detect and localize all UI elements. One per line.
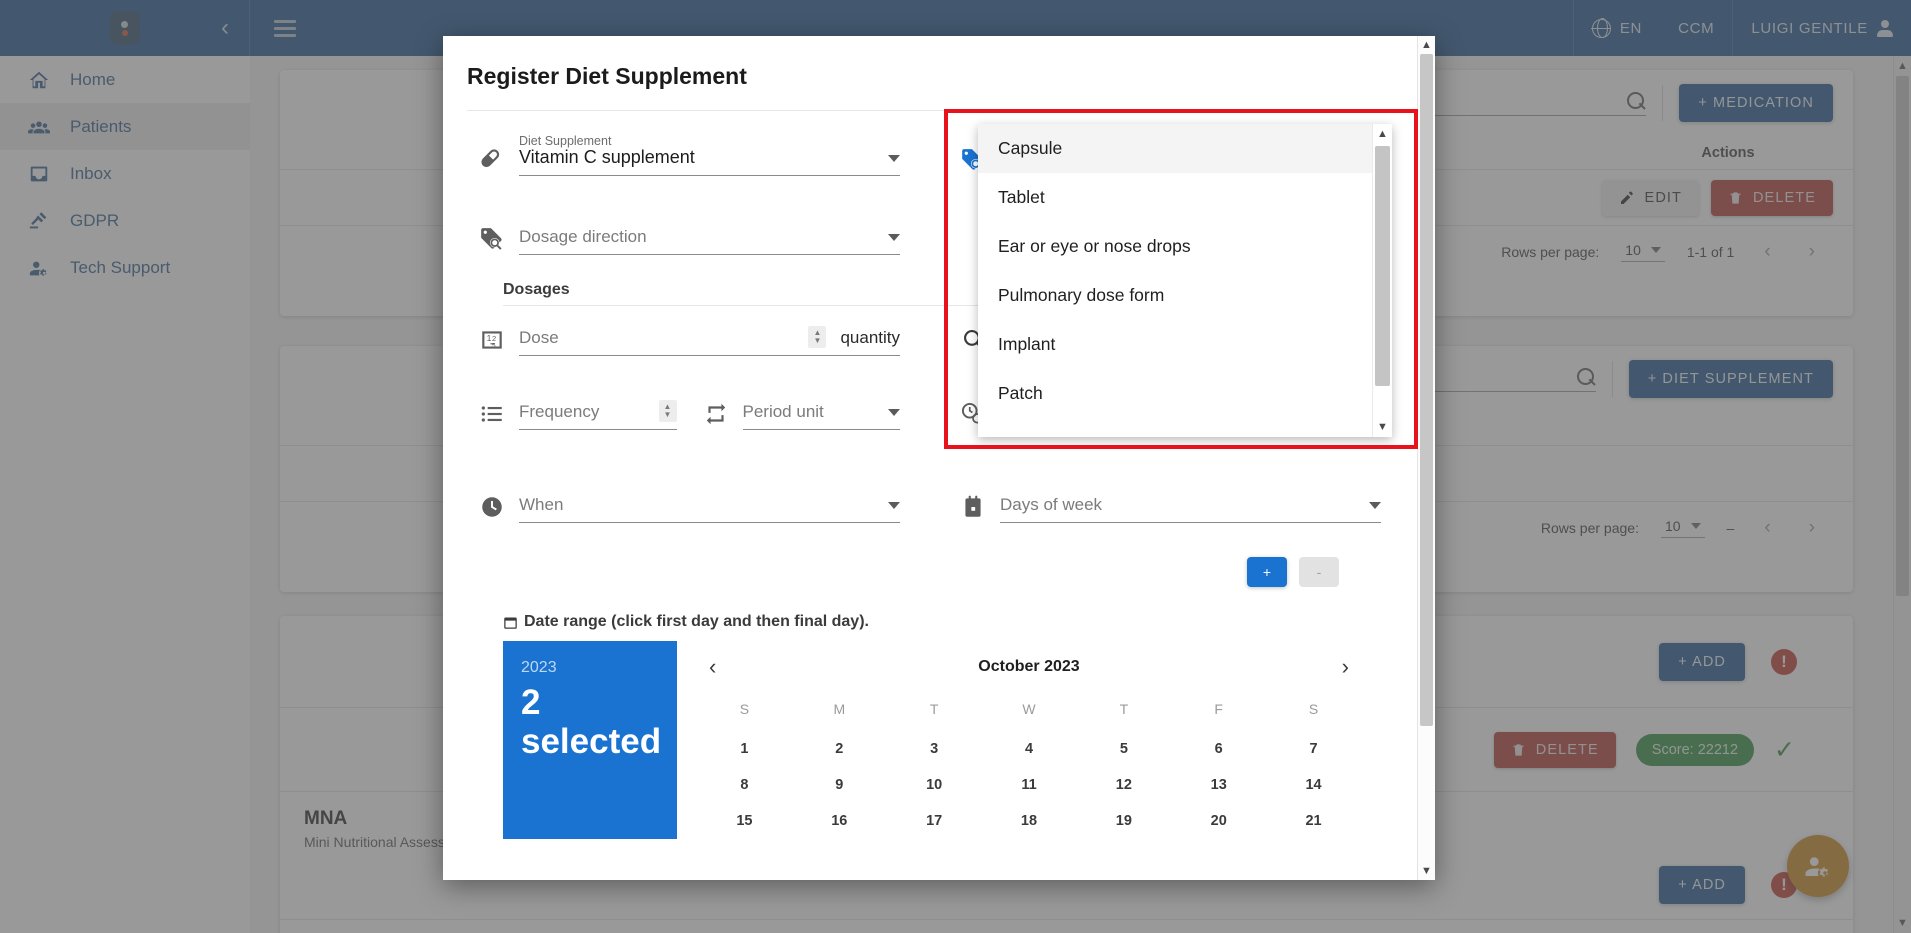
calendar-day[interactable]: 5	[1076, 731, 1171, 767]
diet-supplement-field[interactable]: Diet Supplement Vitamin C supplement	[479, 133, 900, 176]
period-unit-field[interactable]: Period unit	[703, 386, 900, 430]
calendar-icon	[960, 494, 986, 520]
calendar-day[interactable]: 12	[1076, 767, 1171, 803]
calendar-month-title: October 2023	[978, 658, 1080, 675]
calendar-day[interactable]: 3	[887, 731, 982, 767]
form-row-when: When Days of week	[479, 480, 1381, 523]
period-unit-placeholder: Period unit	[742, 402, 824, 421]
dose-unit-label: quantity	[840, 328, 900, 347]
repeat-icon	[703, 401, 729, 427]
options-scrollbar[interactable]: ▲ ▼	[1372, 124, 1392, 437]
calendar-day[interactable]: 8	[697, 767, 792, 803]
days-of-week-field[interactable]: Days of week	[960, 480, 1381, 523]
date-range-text: Date range (click first day and then fin…	[524, 613, 869, 630]
diet-supplement-label: Diet Supplement	[519, 134, 612, 148]
days-of-week-placeholder: Days of week	[1000, 495, 1103, 514]
calendar-day[interactable]: 9	[792, 767, 887, 803]
calendar-main: ‹ October 2023 › S M T W T F S 1 2 3 4 5…	[677, 641, 1381, 839]
dose-field[interactable]: 125 Dose ▲ ▼ quantity	[479, 312, 900, 356]
calendar-day[interactable]: 11	[982, 767, 1077, 803]
calendar-day[interactable]: 17	[887, 803, 982, 839]
dosage-form-options-list[interactable]: Capsule Tablet Ear or eye or nose drops …	[978, 124, 1392, 437]
calendar-dow: W	[1022, 701, 1036, 717]
dose-placeholder: Dose	[519, 328, 559, 347]
calendar-day[interactable]: 1	[697, 731, 792, 767]
dosage-row-controls: + -	[479, 557, 1381, 587]
dialog-scrollbar[interactable]: ▲ ▼	[1417, 36, 1435, 880]
add-dosage-row-button[interactable]: +	[1247, 557, 1287, 587]
option-item[interactable]: Pulmonary dose form	[978, 271, 1372, 320]
dialog-scroll-thumb[interactable]	[1420, 54, 1433, 726]
scroll-down-icon[interactable]: ▼	[1373, 417, 1392, 437]
option-item[interactable]: Implant	[978, 320, 1372, 369]
calendar-selected-count: 2	[521, 683, 541, 722]
chevron-right-icon[interactable]: ›	[1342, 654, 1349, 680]
chevron-down-icon[interactable]	[1369, 502, 1381, 509]
dosage-direction-placeholder: Dosage direction	[519, 227, 647, 246]
calendar-day[interactable]: 18	[982, 803, 1077, 839]
calendar-dow: S	[1308, 701, 1319, 717]
option-item[interactable]: Ear or eye or nose drops	[978, 222, 1372, 271]
option-item[interactable]: Capsule	[978, 124, 1372, 173]
calendar-dow: M	[833, 701, 846, 717]
chevron-down-icon[interactable]	[888, 234, 900, 241]
tag-search-icon	[479, 226, 505, 252]
number-icon: 125	[479, 327, 505, 353]
date-range-picker: 2023 2 selected ‹ October 2023 › S M T W…	[503, 641, 1381, 839]
scroll-up-icon[interactable]: ▲	[1373, 124, 1392, 144]
capsule-icon	[479, 147, 505, 173]
svg-text:5: 5	[492, 343, 496, 350]
calendar-day[interactable]: 6	[1171, 731, 1266, 767]
calendar-selected-label: selected	[521, 722, 662, 762]
svg-text:1: 1	[487, 333, 492, 343]
chevron-left-icon[interactable]: ‹	[709, 654, 716, 680]
calendar-summary: 2023 2 selected	[503, 641, 677, 839]
calendar-nav: ‹ October 2023 ›	[697, 641, 1361, 693]
calendar-dow: T	[929, 701, 939, 717]
calendar-day[interactable]: 13	[1171, 767, 1266, 803]
dosage-direction-field[interactable]: Dosage direction	[479, 212, 900, 255]
calendar-day[interactable]: 2	[792, 731, 887, 767]
calendar-day[interactable]: 14	[1266, 767, 1361, 803]
remove-dosage-row-button[interactable]: -	[1299, 557, 1339, 587]
frequency-placeholder: Frequency	[519, 402, 600, 421]
calendar-day[interactable]: 19	[1076, 803, 1171, 839]
dose-stepper[interactable]: ▲ ▼	[808, 326, 827, 348]
clock-icon	[479, 494, 505, 520]
calendar-day[interactable]: 16	[792, 803, 887, 839]
chevron-down-icon[interactable]	[888, 155, 900, 162]
calendar-dow: S	[739, 701, 750, 717]
scroll-down-icon[interactable]: ▼	[1418, 862, 1435, 880]
screen-root: ‹ EN CCM LUIGI GENTILE	[0, 0, 1911, 933]
when-placeholder: When	[519, 495, 564, 514]
list-icon	[479, 401, 505, 427]
calendar-day[interactable]: 10	[887, 767, 982, 803]
when-field[interactable]: When	[479, 480, 900, 523]
chevron-down-icon[interactable]	[888, 502, 900, 509]
calendar-dow: T	[1119, 701, 1129, 717]
chevron-down-icon[interactable]	[888, 409, 900, 416]
option-item[interactable]: Patch	[978, 369, 1372, 418]
calendar-grid: S M T W T F S 1 2 3 4 5 6 7 8 9 10 11 12…	[697, 693, 1361, 839]
calendar-dow: F	[1214, 701, 1223, 717]
dialog-title: Register Diet Supplement	[467, 63, 747, 89]
frequency-field[interactable]: Frequency ▲ ▼	[479, 386, 677, 430]
calendar-day[interactable]: 20	[1171, 803, 1266, 839]
calendar-year: 2023	[521, 659, 557, 676]
calendar-day[interactable]: 15	[697, 803, 792, 839]
diet-supplement-value: Vitamin C supplement	[519, 147, 695, 167]
options-scroll-thumb[interactable]	[1375, 146, 1390, 386]
calendar-icon	[503, 615, 518, 630]
calendar-day[interactable]: 4	[982, 731, 1077, 767]
scroll-up-icon[interactable]: ▲	[1418, 36, 1435, 54]
option-item[interactable]: Tablet	[978, 173, 1372, 222]
frequency-stepper[interactable]: ▲ ▼	[658, 400, 677, 422]
calendar-day[interactable]: 7	[1266, 731, 1361, 767]
options-container: Capsule Tablet Ear or eye or nose drops …	[978, 124, 1372, 437]
calendar-day[interactable]: 21	[1266, 803, 1361, 839]
date-range-heading: Date range (click first day and then fin…	[503, 613, 1381, 631]
